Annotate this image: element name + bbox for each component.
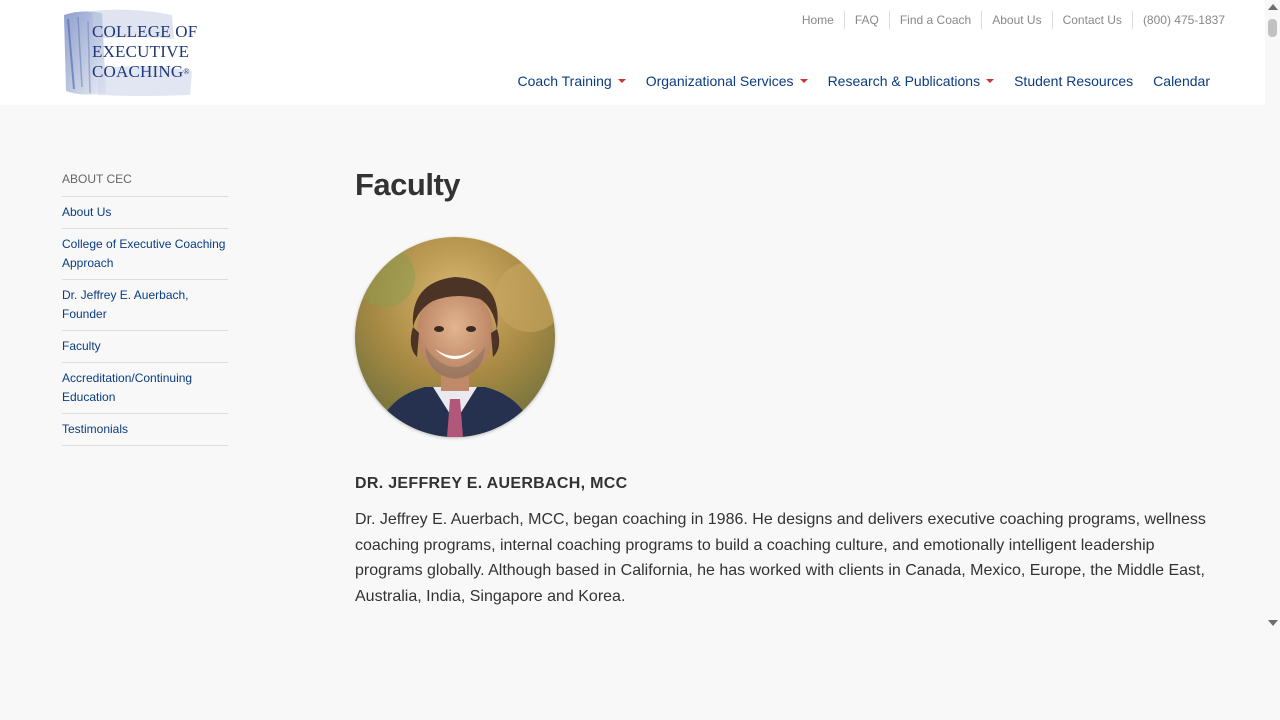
sidebar-link-approach[interactable]: College of Executive Coaching Approach	[62, 235, 228, 273]
main-content: Faculty DR. JEFFREY E. AUERBACH, MCC Dr.…	[355, 165, 1215, 610]
nav-student-resources[interactable]: Student Resources	[1014, 72, 1133, 90]
faculty-bio: Dr. Jeffrey E. Auerbach, MCC, began coac…	[355, 511, 1206, 606]
page-scrollbar[interactable]	[1265, 0, 1280, 635]
site-header: COLLEGE OF EXECUTIVE COACHING® Home FAQ …	[0, 0, 1265, 105]
faculty-portrait	[355, 237, 555, 437]
sidebar-link-accreditation[interactable]: Accreditation/Continuing Education	[62, 369, 228, 407]
sidebar-item-approach: College of Executive Coaching Approach	[62, 229, 228, 280]
top-link-contact-us[interactable]: Contact Us	[1051, 11, 1132, 29]
main-nav: Coach Training Organizational Services R…	[498, 72, 1210, 90]
sidebar-heading: ABOUT CEC	[62, 172, 228, 197]
caret-down-icon	[617, 79, 626, 83]
sidebar-item-testimonials: Testimonials	[62, 414, 228, 446]
nav-student-resources-label: Student Resources	[1014, 73, 1134, 89]
logo-line-3: COACHING®	[62, 62, 200, 82]
top-link-phone[interactable]: (800) 475-1837	[1131, 11, 1225, 29]
college-logo[interactable]: COLLEGE OF EXECUTIVE COACHING®	[62, 9, 200, 96]
top-link-about-us[interactable]: About Us	[981, 11, 1051, 29]
top-link-home[interactable]: Home	[792, 11, 844, 29]
top-link-find-a-coach[interactable]: Find a Coach	[888, 11, 981, 29]
portrait-illustration	[355, 237, 555, 437]
sidebar-item-faculty: Faculty	[62, 331, 228, 363]
faculty-name: DR. JEFFREY E. AUERBACH, MCC	[355, 475, 628, 492]
page-title: Faculty	[355, 167, 461, 202]
utility-nav: Home FAQ Find a Coach About Us Contact U…	[792, 11, 1225, 29]
sidebar-link-faculty[interactable]: Faculty	[62, 337, 228, 356]
logo-line-3-text: COACHING	[92, 62, 184, 81]
nav-research-publications-label: Research & Publications	[827, 73, 981, 89]
logo-line-1: COLLEGE OF	[92, 22, 198, 41]
scroll-down-arrow-icon[interactable]	[1268, 620, 1278, 626]
caret-down-icon	[986, 79, 995, 83]
scrollbar-thumb[interactable]	[1268, 19, 1277, 37]
sidebar-item-founder: Dr. Jeffrey E. Auerbach, Founder	[62, 280, 228, 331]
nav-coach-training[interactable]: Coach Training	[518, 72, 626, 90]
sidebar-list: About Us College of Executive Coaching A…	[62, 197, 228, 446]
nav-coach-training-label: Coach Training	[517, 73, 612, 89]
caret-down-icon	[799, 79, 808, 83]
nav-organizational-services-label: Organizational Services	[645, 73, 794, 89]
about-sidebar: ABOUT CEC About Us College of Executive …	[62, 172, 228, 446]
sidebar-link-testimonials[interactable]: Testimonials	[62, 420, 228, 439]
sidebar-link-about-us[interactable]: About Us	[62, 203, 228, 222]
top-link-faq[interactable]: FAQ	[843, 11, 889, 29]
logo-wordmark: COLLEGE OF EXECUTIVE COACHING®	[62, 22, 200, 82]
nav-research-publications[interactable]: Research & Publications	[828, 72, 995, 90]
nav-organizational-services[interactable]: Organizational Services	[646, 72, 808, 90]
nav-calendar-label: Calendar	[1153, 73, 1210, 89]
registered-mark: ®	[183, 67, 190, 76]
sidebar-link-founder[interactable]: Dr. Jeffrey E. Auerbach, Founder	[62, 286, 228, 324]
sidebar-item-accreditation: Accreditation/Continuing Education	[62, 363, 228, 414]
scroll-up-arrow-icon[interactable]	[1268, 4, 1278, 10]
sidebar-item-about-us: About Us	[62, 197, 228, 229]
nav-calendar[interactable]: Calendar	[1153, 72, 1210, 90]
logo-line-2: EXECUTIVE	[92, 42, 190, 61]
